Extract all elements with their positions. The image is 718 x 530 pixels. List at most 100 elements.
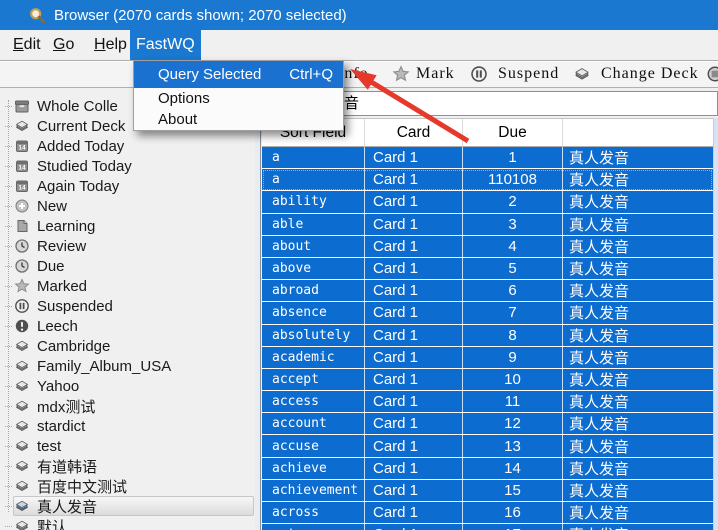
sidebar-item-leech[interactable]: Leech bbox=[0, 316, 255, 336]
cell-card: Card 1 bbox=[365, 258, 463, 279]
cell-card: Card 1 bbox=[365, 524, 463, 530]
cell-due: 10 bbox=[463, 369, 563, 390]
table-row[interactable]: achieveCard 114真人发音 bbox=[262, 458, 713, 480]
cell-sort: access bbox=[262, 391, 365, 412]
cell-card: Card 1 bbox=[365, 280, 463, 301]
cell-sort: a bbox=[262, 147, 365, 168]
table-body: aCard 11真人发音aCard 1110108真人发音abilityCard… bbox=[262, 147, 713, 530]
collection-icon bbox=[14, 98, 30, 114]
sidebar-item-due[interactable]: Due bbox=[0, 256, 255, 276]
clock-icon bbox=[14, 258, 30, 274]
cell-due: 17 bbox=[463, 524, 563, 530]
cell-due: 16 bbox=[463, 502, 563, 523]
sidebar-splitter[interactable] bbox=[255, 88, 261, 530]
sidebar-item-item[interactable]: 默认 bbox=[0, 516, 255, 530]
cell-sort: achieve bbox=[262, 458, 365, 479]
column-header-due[interactable]: Due bbox=[463, 119, 563, 146]
sidebar-item-review[interactable]: Review bbox=[0, 236, 255, 256]
sidebar-item-studied-today[interactable]: 14 Studied Today bbox=[0, 156, 255, 176]
menubar-item-fastwq[interactable]: FastWQ bbox=[130, 30, 201, 60]
toolbar-label-change-deck: Change Deck bbox=[601, 65, 699, 83]
magnifier-icon bbox=[29, 7, 46, 24]
cell-due: 3 bbox=[463, 214, 563, 235]
sidebar-item-test[interactable]: test bbox=[0, 436, 255, 456]
sidebar-item-learning[interactable]: Learning bbox=[0, 216, 255, 236]
cell-sort: academic bbox=[262, 347, 365, 368]
sidebar-item-label: Marked bbox=[37, 278, 87, 295]
sidebar-item-stardict[interactable]: stardict bbox=[0, 416, 255, 436]
table-row[interactable]: achievementCard 115真人发音 bbox=[262, 480, 713, 502]
sidebar-item-new[interactable]: New bbox=[0, 196, 255, 216]
sidebar-item-label: 百度中文测试 bbox=[37, 476, 127, 497]
cell-due: 5 bbox=[463, 258, 563, 279]
cell-sort: ability bbox=[262, 191, 365, 212]
table-row[interactable]: actCard 117真人发音 bbox=[262, 524, 713, 530]
menu-item-query-selected[interactable]: Query SelectedCtrl+Q bbox=[134, 61, 343, 88]
sidebar-item-mdx[interactable]: mdx测试 bbox=[0, 396, 255, 416]
cell-sort: across bbox=[262, 502, 365, 523]
sidebar-item-cambridge[interactable]: Cambridge bbox=[0, 336, 255, 356]
cell-deck: 真人发音 bbox=[563, 458, 713, 479]
cell-card: Card 1 bbox=[365, 369, 463, 390]
sidebar-item-item[interactable]: 百度中文测试 bbox=[0, 476, 255, 496]
sidebar-item-added-today[interactable]: 14Added Today bbox=[0, 136, 255, 156]
cell-deck: 真人发音 bbox=[563, 302, 713, 323]
table-row[interactable]: aCard 11真人发音 bbox=[262, 147, 713, 169]
pause-icon bbox=[14, 298, 30, 314]
table-row[interactable]: accountCard 112真人发音 bbox=[262, 413, 713, 435]
cell-sort: above bbox=[262, 258, 365, 279]
table-row[interactable]: accessCard 111真人发音 bbox=[262, 391, 713, 413]
menubar-item-edit[interactable]: Edit bbox=[7, 30, 47, 60]
title-bar: Browser (2070 cards shown; 2070 selected… bbox=[0, 0, 718, 30]
sidebar-item-label: stardict bbox=[37, 418, 85, 435]
table-row[interactable]: academicCard 19真人发音 bbox=[262, 347, 713, 369]
menu-item-options[interactable]: Options bbox=[134, 88, 343, 109]
toolbar-label-mark: Mark bbox=[416, 65, 455, 83]
table-row[interactable]: aboveCard 15真人发音 bbox=[262, 258, 713, 280]
table-scrollbar[interactable] bbox=[713, 118, 718, 530]
sidebar-item-item[interactable]: 真人发音 bbox=[0, 496, 255, 516]
table-row[interactable]: accuseCard 113真人发音 bbox=[262, 435, 713, 457]
table-row[interactable]: abroadCard 16真人发音 bbox=[262, 280, 713, 302]
sidebar-item-yahoo[interactable]: Yahoo bbox=[0, 376, 255, 396]
table-row[interactable]: aboutCard 14真人发音 bbox=[262, 236, 713, 258]
table-row[interactable]: acrossCard 116真人发音 bbox=[262, 502, 713, 524]
cell-sort: absolutely bbox=[262, 325, 365, 346]
cell-due: 8 bbox=[463, 325, 563, 346]
calendar-icon: 14 bbox=[14, 158, 30, 174]
sidebar-item-label: Again Today bbox=[37, 178, 119, 195]
cell-deck: 真人发音 bbox=[563, 147, 713, 168]
sidebar-item-label: 默认 bbox=[37, 516, 67, 530]
cell-due: 11 bbox=[463, 391, 563, 412]
table-row[interactable]: acceptCard 110真人发音 bbox=[262, 369, 713, 391]
column-header-blank[interactable] bbox=[563, 119, 713, 146]
deck-icon bbox=[14, 518, 30, 530]
cell-card: Card 1 bbox=[365, 480, 463, 501]
sidebar-item-label: Studied Today bbox=[37, 158, 132, 175]
table-row[interactable]: absolutelyCard 18真人发音 bbox=[262, 325, 713, 347]
menu-item-label: Options bbox=[158, 90, 210, 107]
deck-icon bbox=[14, 398, 30, 414]
sidebar-item-family-album-usa[interactable]: Family_Album_USA bbox=[0, 356, 255, 376]
menubar-item-go[interactable]: Go bbox=[47, 30, 80, 60]
table-row[interactable]: abilityCard 12真人发音 bbox=[262, 191, 713, 213]
sidebar-item-label: Yahoo bbox=[37, 378, 79, 395]
menu-item-about[interactable]: About bbox=[134, 109, 343, 130]
menubar-item-help[interactable]: Help bbox=[88, 30, 133, 60]
table-row[interactable]: absenceCard 17真人发音 bbox=[262, 302, 713, 324]
cell-sort: able bbox=[262, 214, 365, 235]
sidebar-item-label: Current Deck bbox=[37, 118, 125, 135]
sidebar-item-suspended[interactable]: Suspended bbox=[0, 296, 255, 316]
cell-due: 15 bbox=[463, 480, 563, 501]
table-row[interactable]: aCard 1110108真人发音 bbox=[262, 169, 713, 191]
table-row[interactable]: ableCard 13真人发音 bbox=[262, 214, 713, 236]
cell-deck: 真人发音 bbox=[563, 347, 713, 368]
cell-sort: accept bbox=[262, 369, 365, 390]
sidebar-item-again-today[interactable]: 14Again Today bbox=[0, 176, 255, 196]
sidebar-item-marked[interactable]: Marked bbox=[0, 276, 255, 296]
column-header-card[interactable]: Card bbox=[365, 119, 463, 146]
sidebar-item-item[interactable]: 有道韩语 bbox=[0, 456, 255, 476]
cell-card: Card 1 bbox=[365, 214, 463, 235]
cell-due: 110108 bbox=[463, 169, 563, 190]
sidebar-item-label: Suspended bbox=[37, 298, 113, 315]
